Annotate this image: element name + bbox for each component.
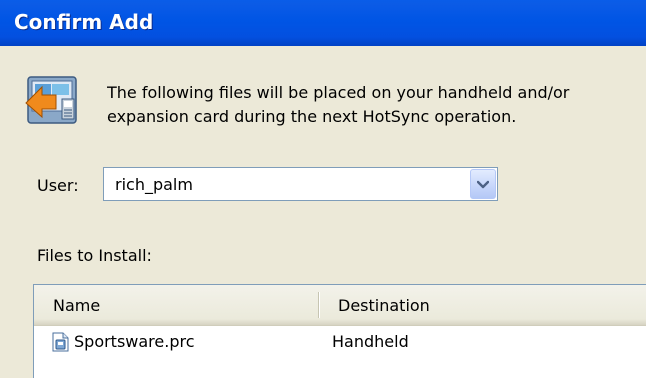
- confirm-add-dialog: Confirm Add The following files will be …: [0, 0, 646, 378]
- intro-line-2: expansion card during the next HotSync o…: [107, 107, 517, 126]
- hotsync-install-icon: [22, 73, 80, 127]
- file-destination: Handheld: [332, 332, 409, 351]
- user-dropdown[interactable]: rich_palm: [103, 167, 498, 201]
- intro-line-1: The following files will be placed on yo…: [107, 83, 570, 102]
- file-name: Sportsware.prc: [74, 332, 195, 351]
- dropdown-button[interactable]: [470, 169, 496, 199]
- column-divider[interactable]: [318, 292, 319, 318]
- list-item[interactable]: Sportsware.prc Handheld: [34, 326, 646, 358]
- intro-message: The following files will be placed on yo…: [107, 81, 646, 129]
- dialog-title: Confirm Add: [14, 10, 154, 34]
- user-label: User:: [37, 176, 79, 195]
- column-header-destination[interactable]: Destination: [338, 296, 430, 315]
- chevron-down-icon: [477, 180, 489, 189]
- column-header-name[interactable]: Name: [53, 296, 100, 315]
- title-bar[interactable]: Confirm Add: [0, 0, 646, 46]
- list-header: Name Destination: [34, 285, 646, 326]
- user-dropdown-value: rich_palm: [115, 175, 193, 194]
- files-to-install-label: Files to Install:: [37, 246, 152, 265]
- files-list[interactable]: Name Destination Sportsware.prc Handheld: [33, 284, 646, 378]
- prc-file-icon: [52, 332, 70, 352]
